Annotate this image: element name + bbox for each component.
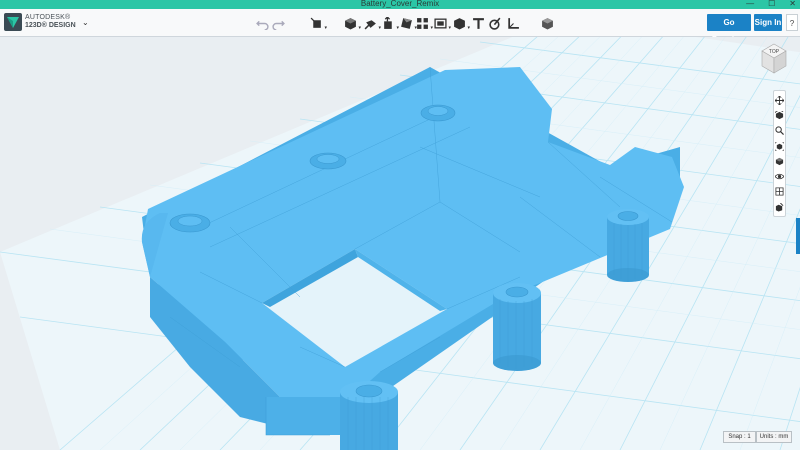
redo-icon[interactable] — [270, 15, 286, 31]
grouping-icon[interactable]: ▾ — [432, 15, 451, 31]
transform-icon[interactable]: ▾ — [308, 15, 327, 31]
units-status[interactable]: Units : mm — [756, 431, 792, 443]
pan-icon[interactable] — [774, 94, 785, 107]
brand-line-1: AUTODESK® — [25, 14, 71, 21]
window-title: Battery_Cover_Remix — [360, 0, 440, 8]
sketch-icon[interactable]: ▾ — [362, 15, 381, 31]
brand-line-2: 123D® DESIGN — [25, 22, 76, 29]
snap-status[interactable]: Snap : 1 — [723, 431, 756, 443]
viewcube[interactable]: TOP — [760, 42, 788, 76]
ruler-icon[interactable] — [505, 15, 521, 31]
sign-in-button[interactable]: Sign In — [754, 14, 782, 31]
primitives-icon[interactable]: ▾ — [342, 15, 361, 31]
combine-icon[interactable]: ▾ — [451, 15, 470, 31]
app-logo[interactable]: AUTODESK® 123D® DESIGN — [4, 13, 76, 31]
construct-icon[interactable]: ▾ — [380, 15, 399, 31]
title-bar: Battery_Cover_Remix — ☐ ✕ — [0, 0, 800, 9]
minimize-button[interactable]: — — [746, 0, 754, 9]
view-mode-icon[interactable] — [774, 155, 785, 168]
material-view-icon[interactable] — [774, 201, 785, 214]
grid-icon[interactable] — [774, 186, 785, 199]
material-icon[interactable] — [539, 15, 555, 31]
zoom-icon[interactable] — [774, 125, 785, 138]
app-logo-icon — [4, 13, 22, 31]
3d-viewport[interactable]: TOP Snap : 1 Units : mm — [0, 37, 800, 450]
maximize-button[interactable]: ☐ — [768, 0, 775, 9]
orbit-icon[interactable] — [774, 109, 785, 122]
navigation-bar — [773, 90, 786, 217]
fit-icon[interactable] — [774, 140, 785, 153]
close-button[interactable]: ✕ — [789, 0, 796, 9]
modify-icon[interactable]: ▾ — [398, 15, 417, 31]
snap-icon[interactable] — [487, 15, 503, 31]
help-button[interactable]: ? — [786, 14, 798, 31]
visibility-icon[interactable] — [774, 170, 785, 183]
scene[interactable] — [0, 37, 800, 450]
side-panel-tab[interactable] — [796, 218, 800, 254]
app-menu-chevron-down-icon[interactable]: ⌄ — [82, 18, 89, 27]
viewcube-label: TOP — [769, 49, 780, 55]
text-icon[interactable] — [470, 15, 486, 31]
undo-icon[interactable] — [254, 15, 270, 31]
main-toolbar: AUTODESK® 123D® DESIGN ⌄ ▾ ▾ ▾ ▾ ▾ ▾ ▾ ▾ — [0, 9, 800, 44]
pattern-icon[interactable]: ▾ — [414, 15, 433, 31]
go-premium-button[interactable]: Go Premium — [707, 14, 751, 44]
